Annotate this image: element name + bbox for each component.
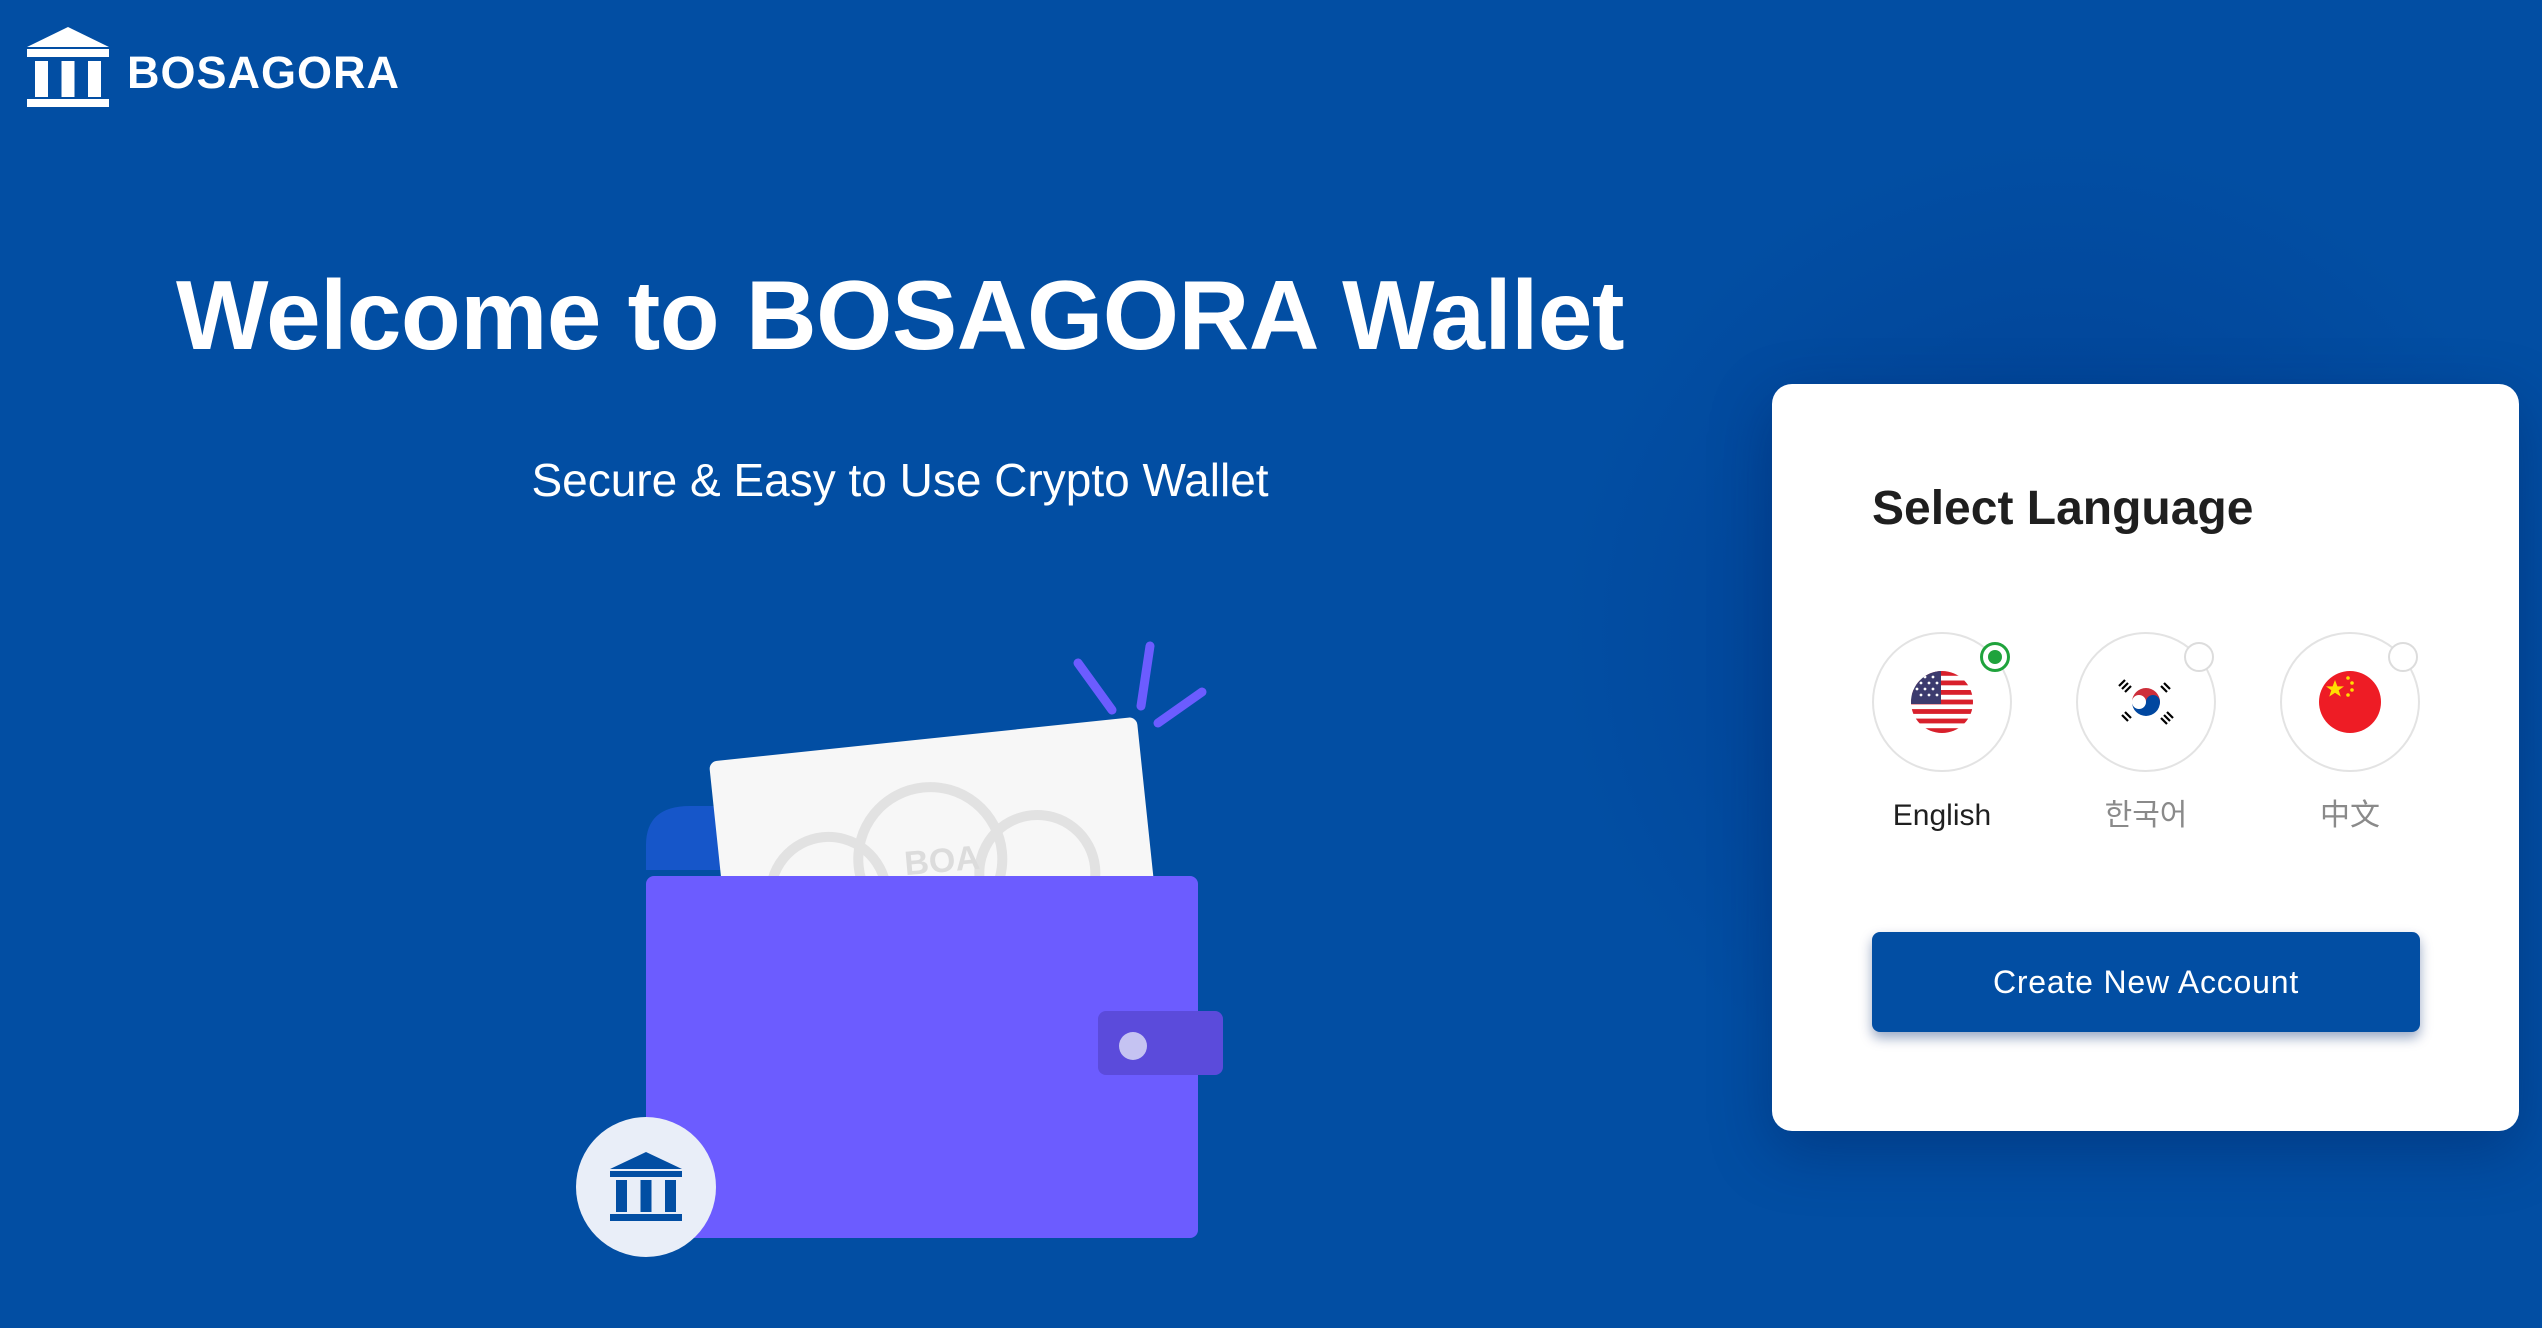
language-card: Select Language English 한국어 中文 Create Ne… bbox=[1772, 384, 2519, 1131]
radio-selected-indicator[interactable] bbox=[1980, 642, 2010, 672]
wallet-clasp bbox=[1098, 1011, 1223, 1075]
language-option-english[interactable]: English bbox=[1872, 632, 2012, 836]
flag-circle bbox=[2280, 632, 2420, 772]
language-label-chinese: 中文 bbox=[2320, 799, 2380, 832]
language-option-korean[interactable]: 한국어 bbox=[2076, 632, 2216, 836]
flag-circle bbox=[1872, 632, 2012, 772]
language-option-chinese[interactable]: 中文 bbox=[2280, 632, 2420, 836]
brand-logo[interactable]: BOSAGORA bbox=[27, 27, 400, 107]
radio-unselected-indicator[interactable] bbox=[2184, 642, 2214, 672]
radio-unselected-indicator[interactable] bbox=[2388, 642, 2418, 672]
kr-flag-icon bbox=[2115, 671, 2177, 733]
cn-flag-icon bbox=[2319, 671, 2381, 733]
page-title: Welcome to BOSAGORA Wallet bbox=[175, 260, 1625, 370]
page-subtitle: Secure & Easy to Use Crypto Wallet bbox=[531, 454, 1269, 506]
spark-lines bbox=[1073, 641, 1207, 728]
create-new-account-button[interactable]: Create New Account bbox=[1872, 932, 2420, 1032]
card-title: Select Language bbox=[1872, 482, 2254, 535]
language-label-korean: 한국어 bbox=[2104, 799, 2188, 832]
bank-building-icon bbox=[27, 27, 109, 107]
language-label-english: English bbox=[1892, 799, 1992, 832]
flag-circle bbox=[2076, 632, 2216, 772]
wallet-illustration: BOA bbox=[576, 641, 1223, 1257]
wallet-clasp-button bbox=[1119, 1032, 1147, 1060]
brand-name: BOSAGORA bbox=[127, 47, 401, 98]
us-flag-icon bbox=[1911, 671, 1973, 733]
